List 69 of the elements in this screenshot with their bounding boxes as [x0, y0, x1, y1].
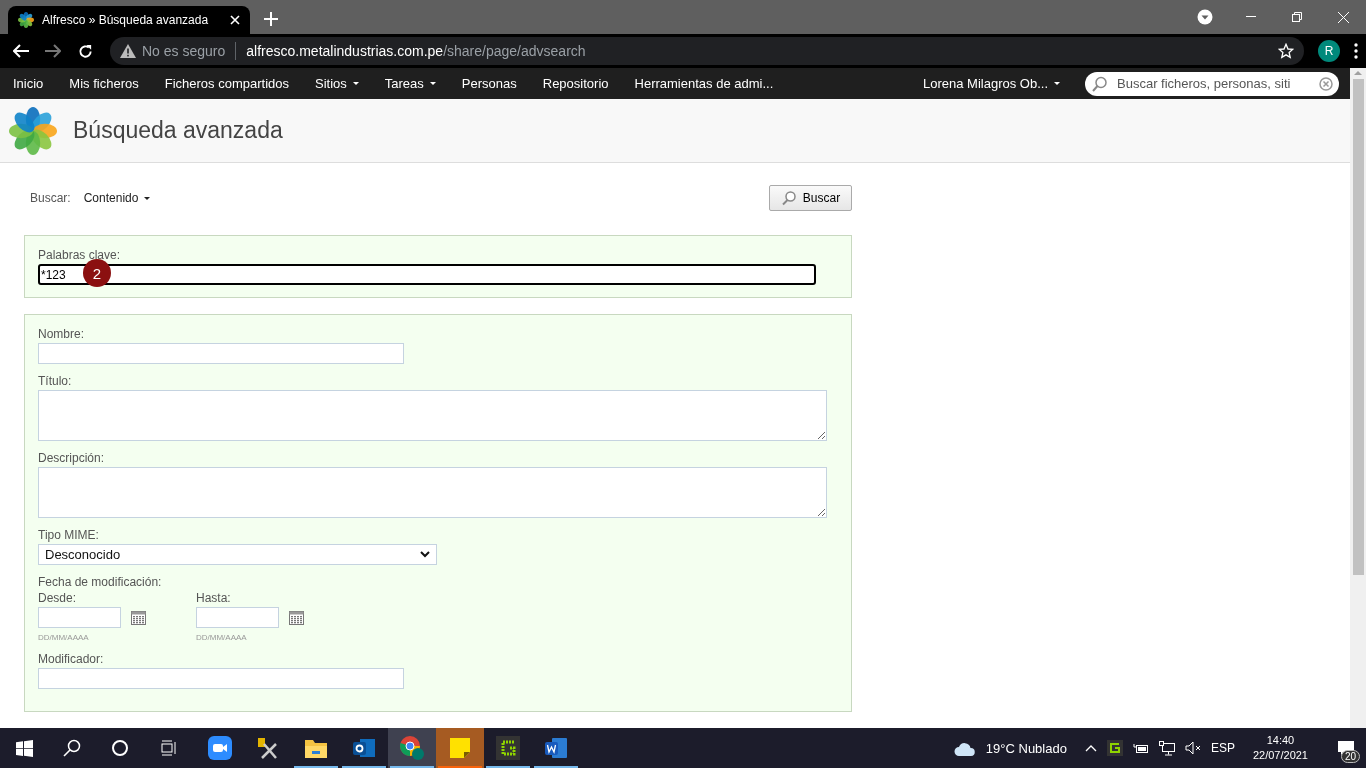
page-title: Búsqueda avanzada: [73, 117, 283, 144]
field-label: Fecha de modificación:: [38, 575, 163, 589]
muted-speaker-icon[interactable]: [1184, 741, 1201, 755]
scrollbar[interactable]: [1350, 68, 1366, 728]
new-tab-icon[interactable]: [264, 12, 278, 26]
folder-icon: [304, 737, 328, 759]
chevron-up-icon[interactable]: [1084, 744, 1097, 752]
star-icon[interactable]: [1278, 43, 1294, 59]
date-format-hint: DD/MM/AAAA: [38, 633, 90, 642]
user-menu[interactable]: Lorena Milagros Ob...: [910, 76, 1073, 91]
close-icon[interactable]: [230, 15, 240, 25]
field-label: Título:: [38, 374, 73, 388]
nav-link[interactable]: Personas: [448, 76, 530, 91]
input-field[interactable]: [38, 668, 404, 689]
date-field[interactable]: [38, 607, 121, 628]
search-type-dropdown[interactable]: Contenido: [83, 191, 151, 205]
logo-icon: [18, 12, 34, 28]
url-text: alfresco.metalindustrias.com.pe/share/page/advsearch: [246, 43, 587, 59]
calendar-icon[interactable]: [131, 610, 146, 625]
date-field[interactable]: [196, 607, 279, 628]
nav-link[interactable]: Tareas: [371, 76, 449, 91]
clock[interactable]: 14:40 22/07/2021: [1252, 733, 1308, 763]
nav-link[interactable]: Repositorio: [529, 76, 622, 91]
chevron-down-icon: [420, 551, 430, 558]
field-label: Palabras clave:: [38, 248, 122, 262]
field-label: Modificador:: [38, 652, 105, 666]
weather-text[interactable]: 19°C Nublado: [985, 740, 1067, 756]
search-button[interactable]: Buscar: [769, 185, 852, 211]
address-bar[interactable]: No es seguro alfresco.metalindustrias.com.pe/share/page/advsearch: [110, 37, 1304, 65]
nav-link[interactable]: Herramientas de admi...: [621, 76, 787, 91]
more-options-icon[interactable]: [1354, 43, 1358, 59]
document-icon: [544, 736, 568, 760]
screenshot-tool-icon: [496, 736, 520, 760]
search-icon: [780, 190, 797, 206]
mail-icon: [352, 736, 376, 760]
battery-icon[interactable]: [1132, 742, 1149, 754]
input-field[interactable]: [38, 343, 404, 364]
notification-center[interactable]: 20: [1326, 728, 1366, 768]
nav-link[interactable]: Inicio: [0, 76, 57, 91]
nav-link[interactable]: Mis ficheros: [56, 76, 152, 91]
search-icon: [1091, 75, 1109, 92]
clear-icon[interactable]: [1319, 76, 1333, 91]
browser-tab[interactable]: Alfresco » Búsqueda avanzada: [8, 6, 250, 34]
screenshot-tool-icon[interactable]: [1106, 740, 1123, 756]
nav-link[interactable]: Sitios: [302, 76, 372, 91]
field-label: Desde:: [38, 591, 78, 605]
mime-type-dropdown[interactable]: Desconocido: [38, 544, 437, 565]
field-label: Nombre:: [38, 327, 85, 341]
sticky-note-icon: [450, 738, 470, 758]
warning-icon: [120, 44, 136, 58]
security-status: No es seguro: [142, 43, 226, 59]
nav-link[interactable]: Ficheros compartidos: [151, 76, 302, 91]
language-indicator[interactable]: ESP: [1210, 741, 1235, 755]
tools-icon: [256, 736, 280, 760]
step-marker: 2: [83, 259, 111, 287]
date-format-hint: DD/MM/AAAA: [196, 633, 248, 642]
field-label: Tipo MIME:: [38, 528, 100, 542]
cloud-icon: [953, 740, 976, 756]
windows-icon: [15, 739, 33, 757]
network-icon[interactable]: [1158, 740, 1175, 756]
search-field[interactable]: Buscar ficheros, personas, siti: [1085, 71, 1339, 96]
calendar-icon[interactable]: [289, 610, 304, 625]
logo-icon: [9, 106, 57, 155]
search-type-label: Buscar:: [30, 191, 71, 205]
profile-avatar[interactable]: R: [1318, 40, 1340, 62]
field-label: Descripción:: [38, 451, 106, 465]
browser-icon: [399, 735, 425, 761]
field-label: Hasta:: [196, 591, 232, 605]
video-camera-icon: [208, 736, 232, 760]
